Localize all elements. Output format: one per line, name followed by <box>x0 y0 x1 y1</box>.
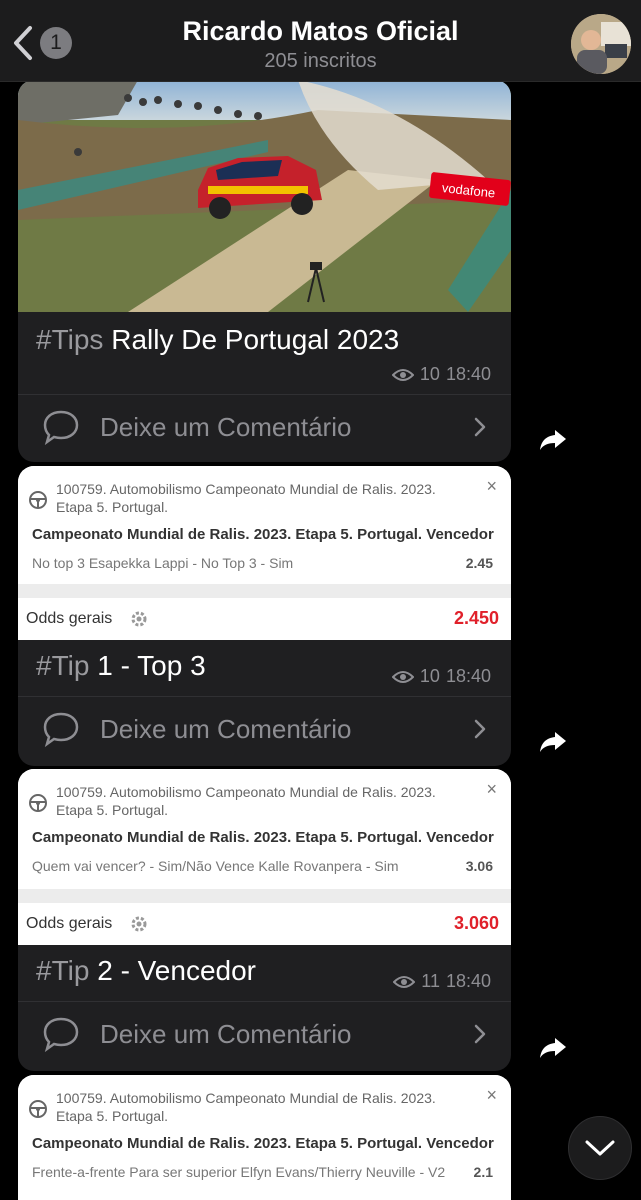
channel-title[interactable]: Ricardo Matos Oficial <box>0 16 641 47</box>
chat-header: 1 Ricardo Matos Oficial 205 inscritos <box>0 0 641 82</box>
market-title: Campeonato Mundial de Ralis. 2023. Etapa… <box>32 1135 494 1152</box>
bet-slip-header: 100759. Automobilismo Campeonato Mundial… <box>18 1075 511 1200</box>
message-meta: 11 18:40 <box>393 971 491 992</box>
bet-slip-header: 100759. Automobilismo Campeonato Mundial… <box>18 769 511 889</box>
chevron-down-icon <box>585 1140 615 1156</box>
message-bubble: 100759. Automobilismo Campeonato Mundial… <box>18 466 511 766</box>
steering-wheel-icon <box>29 1100 47 1118</box>
bet-slip-screenshot[interactable]: 100759. Automobilismo Campeonato Mundial… <box>18 1075 511 1200</box>
message-time: 18:40 <box>445 364 491 384</box>
post-caption: #Tips Rally De Portugal 2023 <box>36 324 399 356</box>
gear-icon <box>131 916 147 932</box>
close-icon[interactable]: × <box>486 779 497 800</box>
comment-label: Deixe um Comentário <box>100 713 352 744</box>
view-count: 10 <box>419 364 440 384</box>
selection-odd: 2.1 <box>473 1164 493 1180</box>
comment-button[interactable]: Deixe um Comentário <box>18 1001 511 1067</box>
steering-wheel-icon <box>29 794 47 812</box>
message-meta: 10 18:40 <box>391 666 491 687</box>
bet-slip-screenshot[interactable]: 100759. Automobilismo Campeonato Mundial… <box>18 769 511 945</box>
view-count: 11 <box>421 971 440 991</box>
share-icon[interactable] <box>538 1032 568 1062</box>
comment-bubble-icon <box>43 1017 79 1052</box>
selection-text: Quem vai vencer? - Sim/Não Vence Kalle R… <box>32 858 399 874</box>
view-count: 10 <box>419 666 440 686</box>
rally-photo[interactable]: vodafone <box>18 82 511 312</box>
total-odds-label: Odds gerais <box>26 915 113 932</box>
caption-text: 1 - Top 3 <box>89 650 206 681</box>
gear-icon <box>131 611 147 627</box>
share-icon[interactable] <box>538 424 568 454</box>
comment-button[interactable]: Deixe um Comentário <box>18 394 511 460</box>
subscriber-count: 205 inscritos <box>264 50 377 72</box>
eye-icon <box>391 670 414 683</box>
hashtag-link[interactable]: #Tip <box>36 955 89 986</box>
bet-slip-header: 100759. Automobilismo Campeonato Mundial… <box>18 466 511 584</box>
market-title: Campeonato Mundial de Ralis. 2023. Etapa… <box>32 829 494 846</box>
divider <box>18 889 511 903</box>
event-reference: 100759. Automobilismo Campeonato Mundial… <box>56 1090 436 1124</box>
event-reference: 100759. Automobilismo Campeonato Mundial… <box>56 481 436 515</box>
message-time: 18:40 <box>445 666 491 686</box>
post-caption: #Tip 1 - Top 3 <box>36 650 206 682</box>
hashtag-link[interactable]: #Tip <box>36 650 89 681</box>
comment-label: Deixe um Comentário <box>100 1018 352 1049</box>
hashtag-link[interactable]: #Tips <box>36 324 103 355</box>
message-bubble: 100759. Automobilismo Campeonato Mundial… <box>18 1075 511 1200</box>
comment-button[interactable]: Deixe um Comentário <box>18 696 511 762</box>
caption-text: 2 - Vencedor <box>89 955 256 986</box>
chevron-right-icon <box>474 1024 486 1044</box>
event-reference: 100759. Automobilismo Campeonato Mundial… <box>56 784 436 818</box>
message-time: 18:40 <box>445 971 491 991</box>
market-title: Campeonato Mundial de Ralis. 2023. Etapa… <box>32 526 494 543</box>
channel-avatar[interactable] <box>571 14 631 74</box>
message-bubble: 100759. Automobilismo Campeonato Mundial… <box>18 769 511 1071</box>
scroll-to-bottom-button[interactable] <box>568 1116 632 1180</box>
steering-wheel-icon <box>29 491 47 509</box>
total-odds-label: Odds gerais <box>26 610 113 627</box>
eye-icon <box>393 975 416 988</box>
total-odds-value: 3.060 <box>453 913 499 933</box>
message-feed[interactable]: vodafone #Tips Rally De Portugal 2023 10… <box>0 82 641 1200</box>
selection-text: Frente-a-frente Para ser superior Elfyn … <box>32 1164 446 1180</box>
selection-text: No top 3 Esapekka Lappi - No Top 3 - Sim <box>32 555 294 571</box>
divider <box>18 584 511 598</box>
close-icon[interactable]: × <box>486 1085 497 1106</box>
bet-slip-total: Odds gerais 3.060 <box>18 903 511 945</box>
bet-slip-total: Odds gerais 2.450 <box>18 598 511 640</box>
comment-bubble-icon <box>43 712 79 747</box>
total-odds-value: 2.450 <box>453 608 499 628</box>
close-icon[interactable]: × <box>486 476 497 497</box>
comment-bubble-icon <box>43 410 79 445</box>
caption-text: Rally De Portugal 2023 <box>103 324 400 355</box>
chevron-right-icon <box>474 719 486 739</box>
share-icon[interactable] <box>538 726 568 756</box>
chevron-right-icon <box>474 417 486 437</box>
message-bubble: vodafone #Tips Rally De Portugal 2023 10… <box>18 82 511 462</box>
selection-odd: 3.06 <box>465 858 493 874</box>
selection-odd: 2.45 <box>465 555 493 571</box>
message-meta: 10 18:40 <box>391 364 491 385</box>
post-caption: #Tip 2 - Vencedor <box>36 955 256 987</box>
bet-slip-screenshot[interactable]: 100759. Automobilismo Campeonato Mundial… <box>18 466 511 640</box>
comment-label: Deixe um Comentário <box>100 411 352 442</box>
eye-icon <box>391 368 414 381</box>
